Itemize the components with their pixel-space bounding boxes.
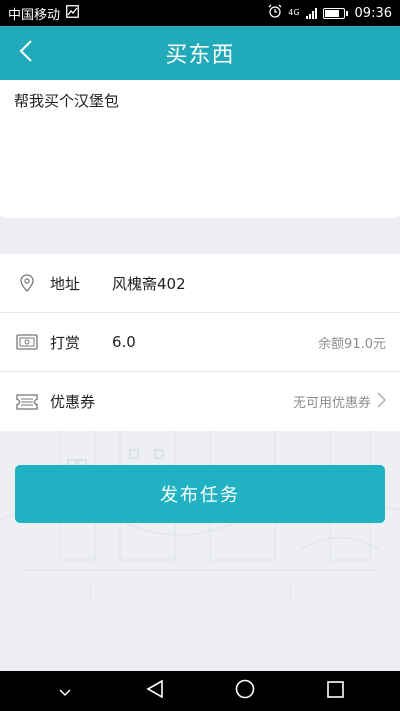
nav-back-button[interactable] (133, 671, 177, 711)
reward-row: 打赏 余额91.0元 (0, 313, 400, 372)
coupon-row[interactable]: 优惠券 无可用优惠券 (0, 372, 400, 431)
address-value: 风槐斋402 (112, 274, 186, 293)
balance-text: 余额91.0元 (318, 336, 386, 352)
app-header: 买东西 (0, 26, 400, 80)
chevron-left-icon (19, 39, 33, 67)
back-button[interactable] (6, 26, 46, 80)
page-title: 买东西 (165, 43, 235, 68)
network-type: 4G (288, 8, 300, 17)
nav-recents-button[interactable] (313, 671, 357, 711)
battery-icon (322, 7, 348, 19)
coupon-status: 无可用优惠券 (292, 396, 371, 411)
location-pin-icon (14, 274, 40, 292)
nav-home-button[interactable] (223, 671, 267, 711)
status-time: 09:36 (354, 5, 392, 21)
reward-amount-input[interactable] (112, 333, 319, 351)
coupon-label: 优惠券 (50, 393, 96, 411)
address-label: 地址 (50, 274, 81, 293)
status-bar: 中国移动 4G 09:36 (0, 0, 400, 26)
signal-icon (305, 7, 317, 19)
request-card: 帮我买个汉堡包 (0, 80, 400, 218)
alarm-icon (268, 4, 282, 22)
coupon-status-wrap: 无可用优惠券 (293, 392, 386, 412)
chevron-right-icon (377, 392, 386, 412)
gallery-notification-icon (66, 4, 79, 22)
address-row[interactable]: 地址 风槐斋402 (0, 254, 400, 313)
reward-label: 打赏 (50, 333, 81, 352)
carrier-name: 中国移动 (8, 7, 61, 23)
hide-keyboard-button[interactable] (43, 671, 87, 711)
triangle-back-icon (146, 679, 164, 702)
request-textarea[interactable]: 帮我买个汉堡包 (14, 90, 386, 208)
cash-icon (14, 334, 40, 350)
circle-home-icon (235, 679, 255, 703)
chevron-down-icon (59, 682, 71, 701)
system-nav-bar (0, 671, 400, 711)
square-recents-icon (326, 680, 344, 702)
publish-task-button[interactable]: 发布任务 (15, 465, 385, 523)
ticket-icon (14, 393, 40, 410)
task-form: 地址 风槐斋402 打赏 余额91.0元 优惠券 无可用优惠券 (0, 254, 400, 431)
